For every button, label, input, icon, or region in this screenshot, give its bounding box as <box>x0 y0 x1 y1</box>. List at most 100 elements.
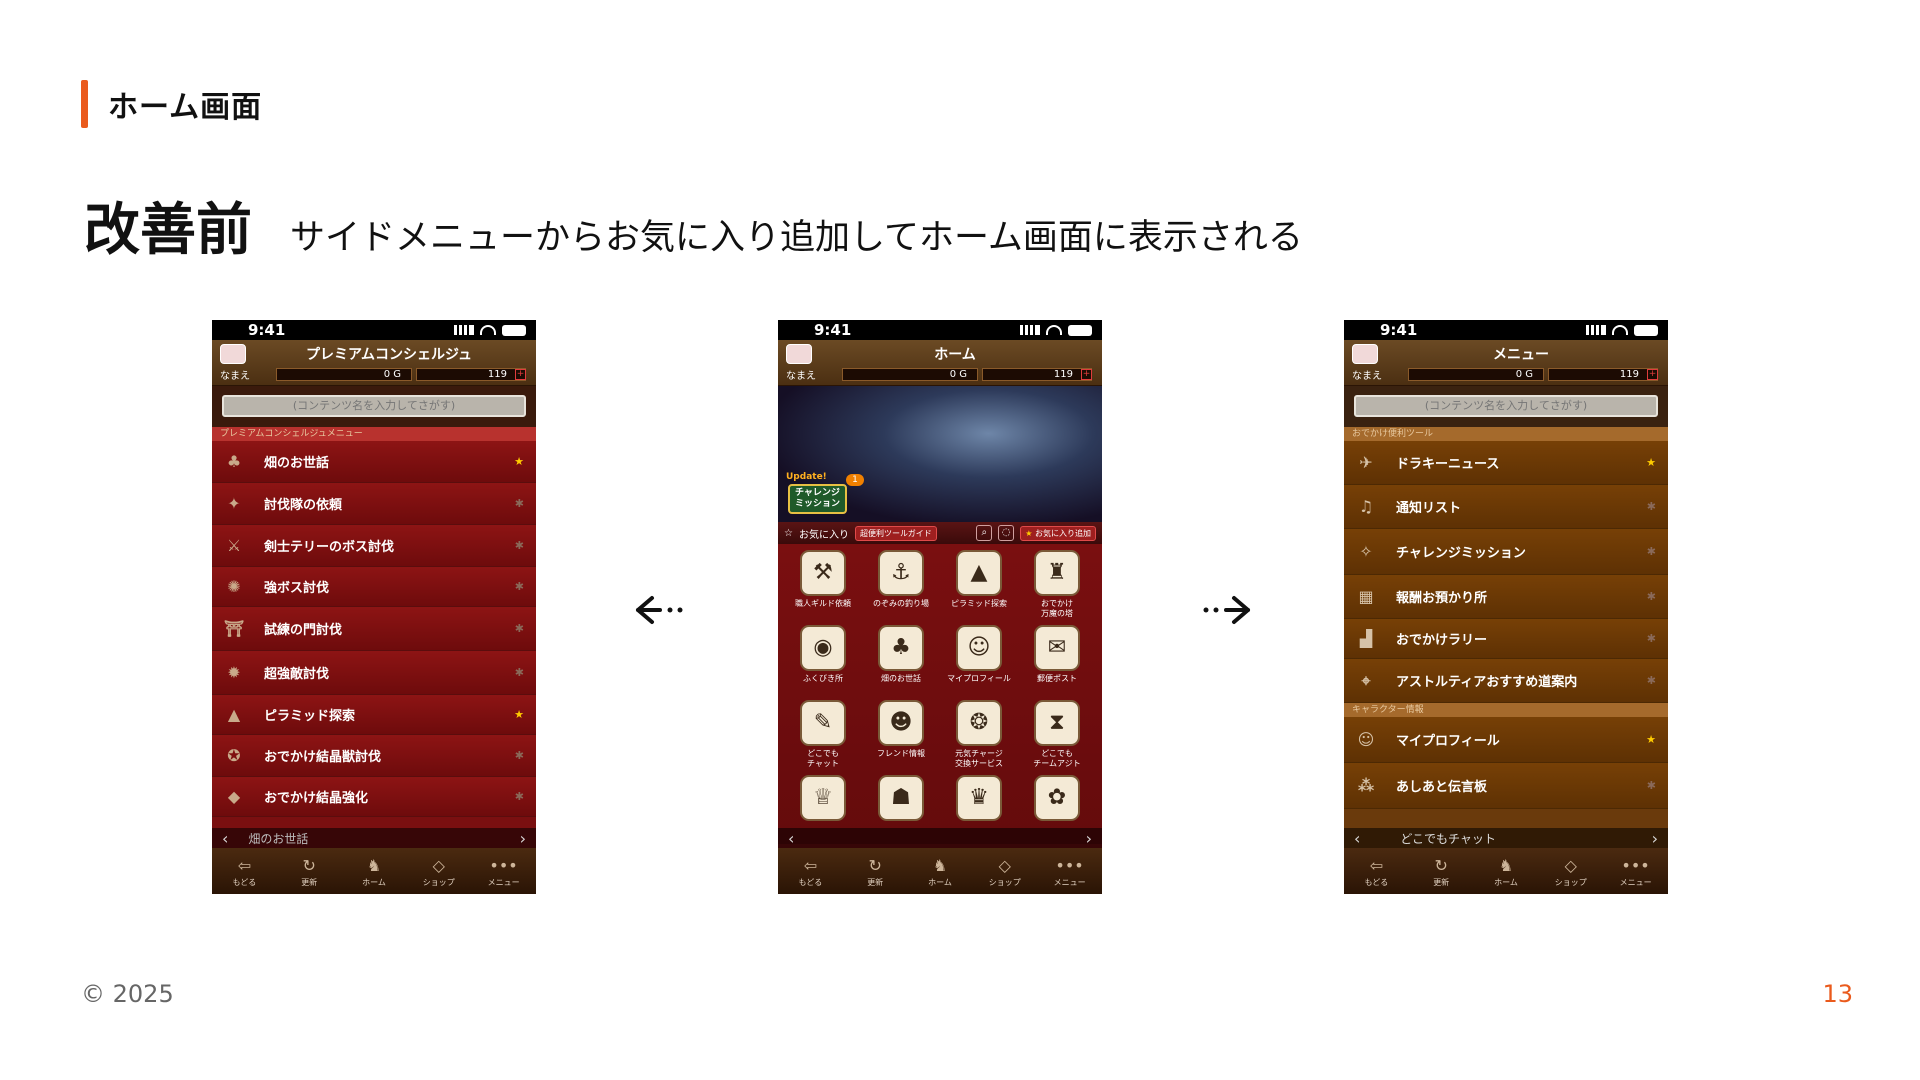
menu-item[interactable]: ✹ 超強敵討伐 ✱ <box>212 651 536 695</box>
next-page-button[interactable]: › <box>1652 829 1658 848</box>
favorite-star-off-icon[interactable]: ✱ <box>515 539 524 552</box>
next-page-button[interactable]: › <box>1086 829 1092 848</box>
menu-item[interactable]: ✈ ドラキーニュース ★ <box>1344 441 1668 485</box>
menu-item-icon: ⚔ <box>226 535 242 555</box>
tab-dragon-home[interactable]: ♞ ホーム <box>342 848 407 894</box>
tab-slime-shop[interactable]: ◇ ショップ <box>972 848 1037 894</box>
add-gems-button[interactable]: + <box>515 369 526 380</box>
gem-counter: 119 <box>416 368 526 381</box>
favorite-shortcut[interactable]: ⚓ のぞみの釣り場 <box>862 550 940 619</box>
menu-item[interactable]: ▟ おでかけラリー ✱ <box>1344 619 1668 659</box>
menu-item[interactable]: ◆ おでかけ結晶強化 ✱ <box>212 777 536 817</box>
add-gems-button[interactable]: + <box>1647 369 1658 380</box>
tab-back-arrow[interactable]: ⇦ もどる <box>212 848 277 894</box>
favorite-shortcut[interactable]: ✎ どこでも チャット <box>784 700 862 769</box>
favorite-shortcut[interactable]: ⚒ 職人ギルド依頼 <box>784 550 862 619</box>
favorite-star-on-icon[interactable]: ★ <box>1646 456 1656 469</box>
tab-dragon-home[interactable]: ♞ ホーム <box>1474 848 1539 894</box>
challenge-mission-button[interactable]: チャレンジ ミッション <box>788 484 848 514</box>
favorite-star-on-icon[interactable]: ★ <box>514 708 524 721</box>
tab-more-dots[interactable]: ••• メニュー <box>1037 848 1102 894</box>
favorite-shortcut[interactable]: ☻ フレンド情報 <box>862 700 940 769</box>
menu-item[interactable]: ✺ 強ボス討伐 ✱ <box>212 567 536 607</box>
menu-item-label: 報酬お預かり所 <box>1396 591 1488 606</box>
add-favorite-button[interactable]: ★ お気に入り追加 <box>1020 525 1096 541</box>
next-page-button[interactable]: › <box>520 829 526 848</box>
tab-label: メニュー <box>1053 877 1086 887</box>
favorite-shortcut[interactable]: ⧗ どこでも チームアジト <box>1018 700 1096 769</box>
menu-item[interactable]: ♫ 通知リスト ✱ <box>1344 485 1668 529</box>
favorite-star-on-icon[interactable]: ★ <box>514 455 524 468</box>
tab-more-dots[interactable]: ••• メニュー <box>1603 848 1668 894</box>
favorite-star-on-icon[interactable]: ★ <box>1646 733 1656 746</box>
favorite-shortcut[interactable]: ❂ 元気チャージ 交換サービス <box>940 700 1018 769</box>
menu-item[interactable]: ♣ 畑のお世話 ★ <box>212 441 536 483</box>
menu-item[interactable]: ✧ チャレンジミッション ✱ <box>1344 529 1668 575</box>
favorite-star-off-icon[interactable]: ✱ <box>515 749 524 762</box>
favorite-shortcut[interactable]: ☺ マイプロフィール <box>940 625 1018 694</box>
menu-item[interactable]: ✦ 討伐隊の依頼 ✱ <box>212 483 536 525</box>
tab-slime-shop[interactable]: ◇ ショップ <box>406 848 471 894</box>
menu-item[interactable]: ⛩ 試練の門討伐 ✱ <box>212 607 536 651</box>
bell-icon[interactable]: ◌ <box>998 525 1015 541</box>
shortcut-label: のぞみの釣り場 <box>873 599 929 608</box>
favorite-star-off-icon[interactable]: ✱ <box>1647 632 1656 645</box>
favorite-star-off-icon[interactable]: ✱ <box>1647 674 1656 687</box>
favorite-shortcut[interactable]: ▲ ピラミッド探索 <box>940 550 1018 619</box>
favorite-star-off-icon[interactable]: ✱ <box>1647 545 1656 558</box>
favorite-shortcut[interactable]: ♜ おでかけ 万魔の塔 <box>1018 550 1096 619</box>
tab-refresh[interactable]: ↻ 更新 <box>1409 848 1474 894</box>
menu-item-icon: ⁂ <box>1357 775 1375 795</box>
favorite-star-off-icon[interactable]: ✱ <box>515 497 524 510</box>
favorite-star-off-icon[interactable]: ✱ <box>1647 779 1656 792</box>
signal-icon <box>1020 325 1040 335</box>
content-search-input[interactable] <box>222 394 526 417</box>
shortcut-icon: ⚒ <box>800 550 846 596</box>
menu-item-label: 通知リスト <box>1396 501 1462 516</box>
avatar-name: なまえ <box>786 371 816 382</box>
tab-dragon-home[interactable]: ♞ ホーム <box>908 848 973 894</box>
prev-page-button[interactable]: ‹ <box>788 829 794 848</box>
refresh-icon: ↻ <box>302 855 316 875</box>
favorite-star-off-icon[interactable]: ✱ <box>1647 500 1656 513</box>
tab-back-arrow[interactable]: ⇦ もどる <box>1344 848 1409 894</box>
gold-counter: 0 G <box>276 368 412 381</box>
slide-description: サイドメニューからお気に入り追加してホーム画面に表示される <box>290 218 1303 258</box>
menu-item[interactable]: ☺ マイプロフィール ★ <box>1344 717 1668 763</box>
menu-item[interactable]: ▲ ピラミッド探索 ★ <box>212 695 536 735</box>
menu-item-label: マイプロフィール <box>1396 734 1500 749</box>
menu-item[interactable]: ⚔ 剣士テリーのボス討伐 ✱ <box>212 525 536 567</box>
favorite-star-off-icon[interactable]: ✱ <box>1647 590 1656 603</box>
content-search-input[interactable] <box>1354 394 1658 417</box>
star-outline-icon: ☆ <box>784 527 793 539</box>
favorite-shortcut[interactable]: ✉ 郵便ポスト <box>1018 625 1096 694</box>
copyright: © 2025 <box>81 980 174 1008</box>
tab-back-arrow[interactable]: ⇦ もどる <box>778 848 843 894</box>
favorite-star-off-icon[interactable]: ✱ <box>515 580 524 593</box>
tab-bar: ⇦ もどる ↻ 更新 ♞ ホーム ◇ ショップ ••• メニュー <box>212 848 536 894</box>
favorite-shortcut[interactable]: ♣ 畑のお世話 <box>862 625 940 694</box>
tool-guide-button[interactable]: 超便利ツールガイド <box>854 525 937 541</box>
search-icon[interactable]: ⌕ <box>976 525 993 541</box>
screen-title: ホーム <box>934 347 976 363</box>
tab-refresh[interactable]: ↻ 更新 <box>843 848 908 894</box>
menu-item[interactable]: ⌖ アストルティアおすすめ道案内 ✱ <box>1344 659 1668 703</box>
gold-counter: 0 G <box>1408 368 1544 381</box>
wifi-icon <box>1046 325 1062 335</box>
character-menu-list: ☺ マイプロフィール ★ ⁂ あしあと伝言板 ✱ <box>1344 717 1668 809</box>
tab-slime-shop[interactable]: ◇ ショップ <box>1538 848 1603 894</box>
menu-item[interactable]: ⁂ あしあと伝言板 ✱ <box>1344 763 1668 809</box>
tab-more-dots[interactable]: ••• メニュー <box>471 848 536 894</box>
add-gems-button[interactable]: + <box>1081 369 1092 380</box>
menu-item[interactable]: ▦ 報酬お預かり所 ✱ <box>1344 575 1668 619</box>
favorite-star-off-icon[interactable]: ✱ <box>515 666 524 679</box>
tab-refresh[interactable]: ↻ 更新 <box>277 848 342 894</box>
favorite-star-off-icon[interactable]: ✱ <box>515 622 524 635</box>
favorite-shortcut[interactable]: ◉ ふくびき所 <box>784 625 862 694</box>
favorite-star-off-icon[interactable]: ✱ <box>515 790 524 803</box>
menu-item-icon: ✦ <box>227 493 241 513</box>
tab-label: 更新 <box>1433 877 1450 887</box>
refresh-icon: ↻ <box>1434 855 1448 875</box>
shortcut-icon: ✎ <box>800 700 846 746</box>
menu-item[interactable]: ✪ おでかけ結晶獣討伐 ✱ <box>212 735 536 777</box>
